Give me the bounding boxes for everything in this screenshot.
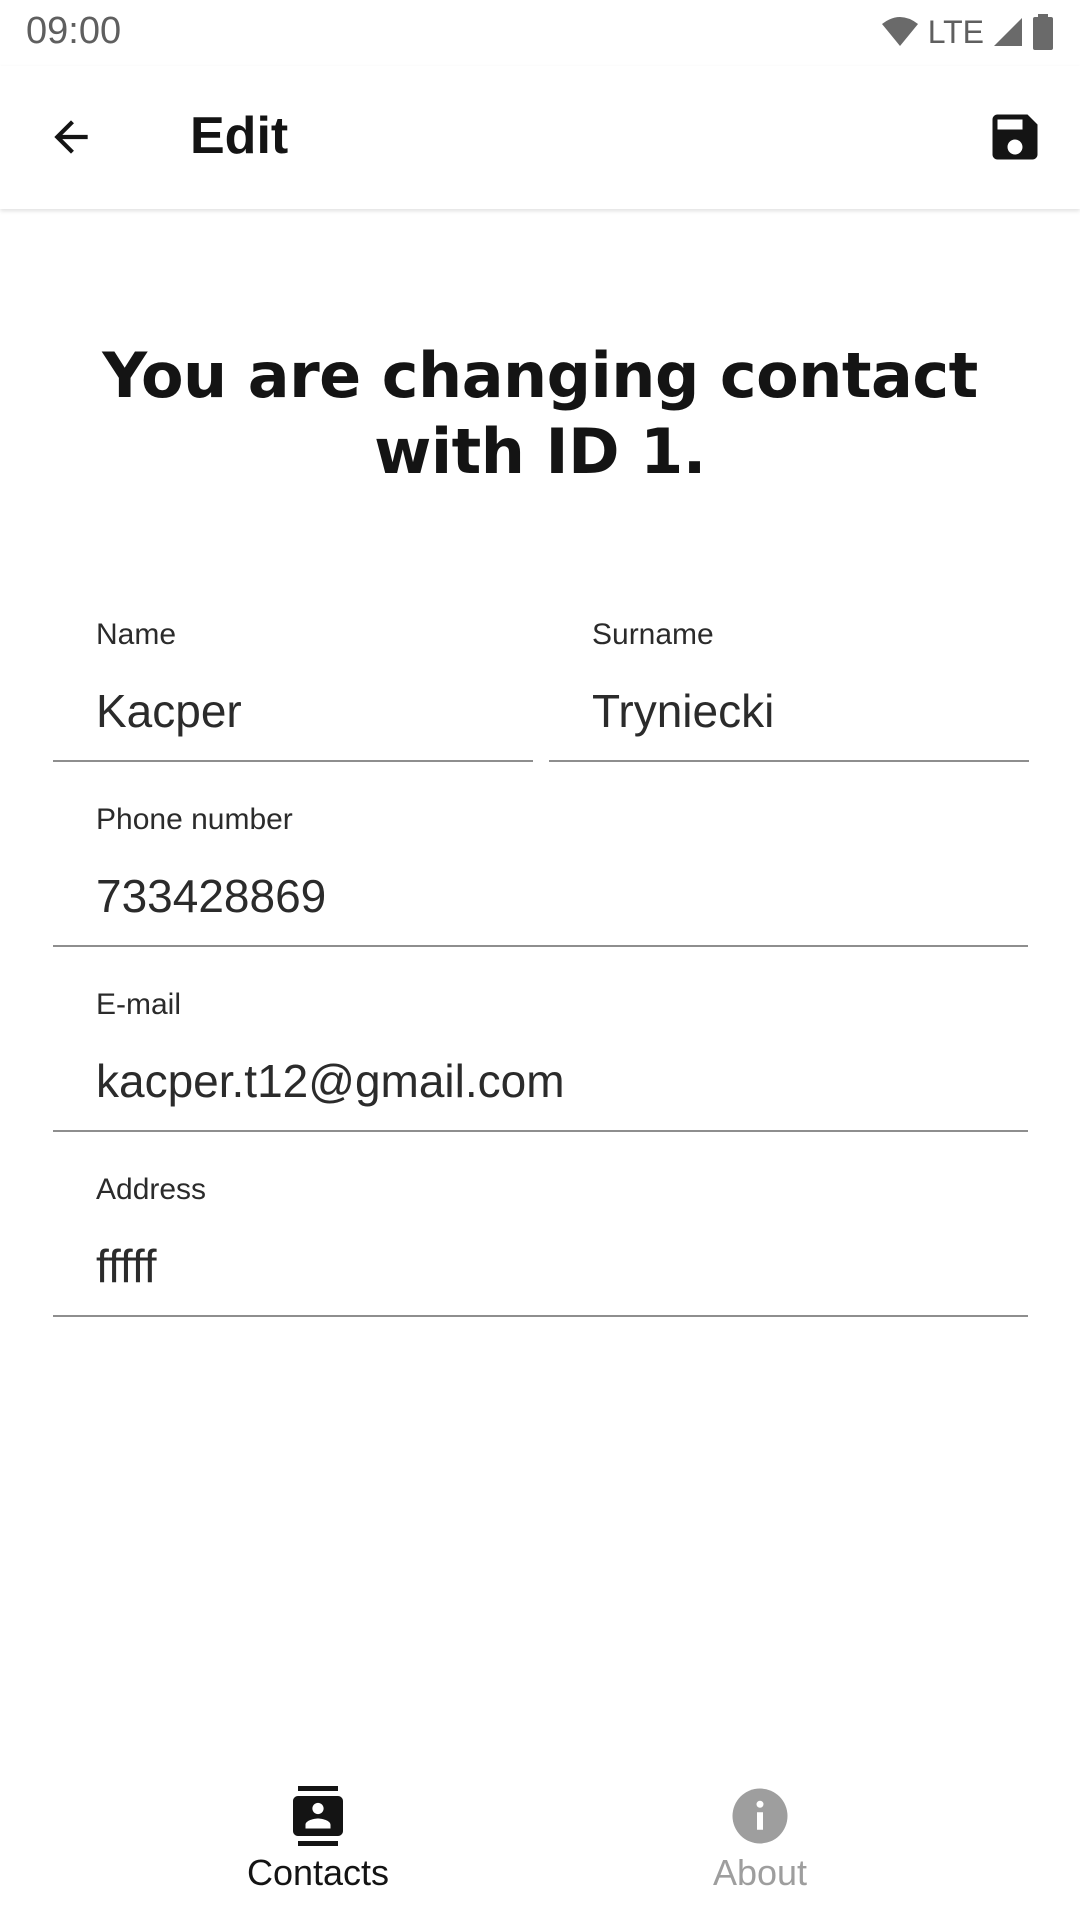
arrow-left-icon [54, 120, 88, 154]
contact-change-heading: You are changing contact with ID 1. [80, 338, 1000, 490]
contacts-icon [288, 1786, 348, 1846]
floppy-disk-icon [992, 114, 1038, 160]
nav-label-about: About [712, 1852, 808, 1893]
address-underline [53, 1315, 1028, 1317]
surname-field[interactable]: Surname Tryniecki [549, 612, 1029, 762]
heading-line-2: with ID 1. [374, 415, 706, 488]
name-field[interactable]: Name Kacper [53, 612, 533, 762]
nav-item-contacts[interactable]: Contacts [168, 1770, 468, 1920]
name-underline [53, 760, 533, 762]
status-time: 09:00 [26, 10, 122, 52]
email-label: E-mail [96, 988, 182, 1021]
info-icon [730, 1786, 790, 1846]
address-label: Address [96, 1173, 207, 1206]
nav-item-about[interactable]: About [610, 1770, 910, 1920]
heading-line-1: You are changing contact [102, 339, 978, 412]
signal-icon [994, 18, 1022, 46]
save-button[interactable] [980, 102, 1050, 172]
email-underline [53, 1130, 1028, 1132]
name-label: Name [96, 618, 177, 651]
phone-field[interactable]: Phone number 733428869 [53, 797, 1028, 947]
page-title: Edit [190, 107, 289, 165]
address-field[interactable]: Address fffff [53, 1167, 1028, 1317]
name-input[interactable]: Kacper [96, 684, 242, 738]
battery-icon [1033, 14, 1053, 50]
surname-input[interactable]: Tryniecki [592, 684, 774, 738]
email-input[interactable]: kacper.t12@gmail.com [96, 1054, 565, 1108]
status-icons: LTE [880, 12, 1054, 52]
nav-label-contacts: Contacts [246, 1852, 390, 1893]
wifi-icon [881, 17, 918, 46]
phone-label: Phone number [96, 803, 293, 836]
back-button[interactable] [32, 98, 110, 176]
surname-underline [549, 760, 1029, 762]
address-input[interactable]: fffff [96, 1239, 157, 1293]
bottom-navigation: Contacts About [0, 1770, 1080, 1920]
phone-input[interactable]: 733428869 [96, 869, 326, 923]
email-field[interactable]: E-mail kacper.t12@gmail.com [53, 982, 1028, 1132]
phone-underline [53, 945, 1028, 947]
network-type: LTE [927, 13, 984, 50]
surname-label: Surname [592, 618, 714, 651]
app-bar: Edit [0, 66, 1080, 209]
status-bar: 09:00 LTE [0, 0, 1080, 66]
